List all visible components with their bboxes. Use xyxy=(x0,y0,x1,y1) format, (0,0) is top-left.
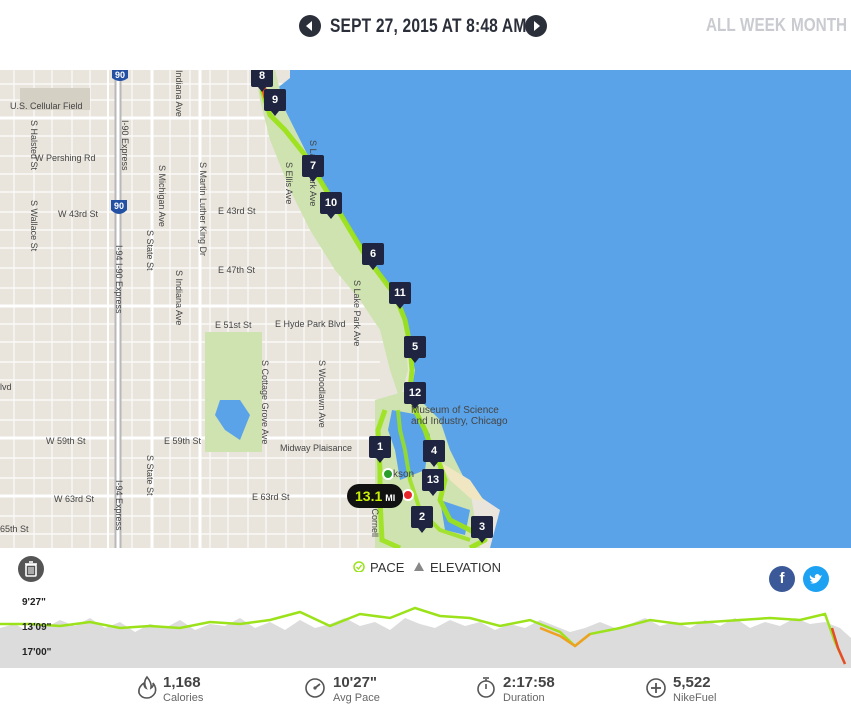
mile-marker[interactable]: 7 xyxy=(302,155,324,182)
mile-marker[interactable]: 1 xyxy=(369,436,391,463)
mile-marker[interactable]: 5 xyxy=(404,336,426,363)
elevation-triangle-icon xyxy=(413,560,425,575)
map-label: S Michigan Ave xyxy=(157,165,167,227)
map-label: U.S. Cellular Field xyxy=(10,101,83,111)
map-label: Midway Plaisance xyxy=(280,443,353,453)
speedometer-icon xyxy=(304,675,326,704)
twitter-icon xyxy=(809,574,822,584)
map-label: W 63rd St xyxy=(54,494,95,504)
pace-tick-label: 9'27" xyxy=(22,597,46,608)
map-label: S Ellis Ave xyxy=(284,162,294,205)
run-activity-view: SEPT 27, 2015 AT 8:48 AM ALL WEEK MONTH xyxy=(0,0,851,713)
map-label: 90 xyxy=(114,201,125,211)
legend-elevation[interactable]: ELEVATION xyxy=(413,560,501,575)
pace-tick-label: 17'00" xyxy=(22,647,52,658)
map-label: S State St xyxy=(145,230,155,271)
map-label: S State St xyxy=(145,455,155,496)
map-label: S Wallace St xyxy=(29,200,39,252)
map-label: I-90 Express xyxy=(120,120,130,171)
trash-icon xyxy=(25,561,37,577)
flame-icon xyxy=(136,675,158,704)
stat-duration: 2:17:58 Duration xyxy=(503,674,555,704)
map-label: S Indiana Ave xyxy=(174,270,184,326)
map-label: E 51st St xyxy=(215,320,252,330)
map-label: E 59th St xyxy=(164,436,202,446)
map-label: I-94 Express xyxy=(114,480,124,531)
map-label: S Woodlawn Ave xyxy=(317,360,327,428)
distance-badge: 13.1 MI xyxy=(347,484,404,508)
mile-marker[interactable]: 6 xyxy=(362,243,384,270)
facebook-icon: f xyxy=(779,570,785,587)
mile-marker[interactable]: 4 xyxy=(423,440,445,467)
map-label: S Cottage Grove Ave xyxy=(260,360,270,445)
stat-calories: 1,168 Calories xyxy=(163,674,204,704)
stopwatch-icon xyxy=(475,675,497,704)
facebook-share-button[interactable]: f xyxy=(769,566,795,592)
delete-run-button[interactable] xyxy=(18,556,44,582)
chevron-left-icon xyxy=(306,21,312,31)
tab-month[interactable]: MONTH xyxy=(791,15,847,36)
map-label: W 59th St xyxy=(46,436,86,446)
map-label: W Pershing Rd xyxy=(35,153,96,163)
map-label: 65th St xyxy=(0,524,29,534)
map-label: S Halsted St xyxy=(29,120,39,171)
mile-marker[interactable]: 12 xyxy=(404,382,426,409)
legend-pace[interactable]: PACE xyxy=(353,560,404,575)
map-label: S Martin Luther King Dr xyxy=(198,162,208,257)
mile-marker[interactable]: 10 xyxy=(320,192,342,219)
distance-unit: MI xyxy=(385,493,396,503)
map-label: kson xyxy=(393,469,415,480)
chevron-right-icon xyxy=(534,21,540,31)
map-label: E 63rd St xyxy=(252,492,290,502)
next-run-button[interactable] xyxy=(525,15,547,37)
distance-value: 13.1 xyxy=(355,488,383,504)
tab-all[interactable]: ALL xyxy=(706,15,736,36)
previous-run-button[interactable] xyxy=(299,15,321,37)
mile-marker[interactable]: 2 xyxy=(411,506,433,533)
pace-elevation-chart[interactable] xyxy=(0,598,851,668)
pace-tick-label: 13'09" xyxy=(22,622,52,633)
map-label: E 47th St xyxy=(218,265,256,275)
mile-marker[interactable]: 8 xyxy=(251,70,273,92)
pace-check-icon xyxy=(353,560,365,575)
map-label: 90 xyxy=(115,70,126,80)
activity-header: SEPT 27, 2015 AT 8:48 AM ALL WEEK MONTH xyxy=(0,0,851,70)
tab-week[interactable]: WEEK xyxy=(740,15,786,36)
map-label: lvd xyxy=(0,382,12,392)
mile-marker[interactable]: 11 xyxy=(389,282,411,309)
stat-nikefuel: 5,522 NikeFuel xyxy=(673,674,717,704)
map-label-museum: Museum of Science xyxy=(411,405,499,416)
mile-marker[interactable]: 3 xyxy=(471,516,493,543)
map-label: S Lake Park Ave xyxy=(352,280,362,347)
stat-avg-pace: 10'27" Avg Pace xyxy=(333,674,380,704)
twitter-share-button[interactable] xyxy=(803,566,829,592)
route-map[interactable]: U.S. Cellular Field W Pershing Rd W 43rd… xyxy=(0,70,851,548)
run-date-title: SEPT 27, 2015 AT 8:48 AM xyxy=(330,16,527,37)
map-label-museum: and Industry, Chicago xyxy=(411,416,508,427)
map-label: E Hyde Park Blvd xyxy=(275,319,346,329)
mile-marker[interactable]: 9 xyxy=(264,89,286,116)
map-label: I-94 I-90 Express xyxy=(114,245,124,314)
map-label: W 43rd St xyxy=(58,209,99,219)
map-label: Indiana Ave xyxy=(174,70,184,117)
mile-marker[interactable]: 13 xyxy=(422,469,444,496)
map-label: E 43rd St xyxy=(218,206,256,216)
nikefuel-icon xyxy=(645,675,667,704)
stats-panel: PACE ELEVATION f 9'27" 13'09" 17'00" 1,1… xyxy=(0,548,851,713)
